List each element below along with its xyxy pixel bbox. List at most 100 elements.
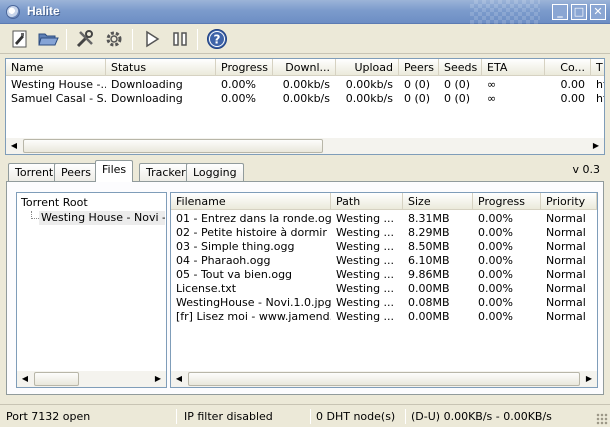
app-icon[interactable] <box>6 5 20 19</box>
tab-tracker[interactable]: Tracker <box>139 163 193 182</box>
tree-root[interactable]: Torrent Root <box>21 196 88 209</box>
file-name: [fr] Lisez moi - www.jamend... <box>176 310 331 323</box>
column-header-seeds[interactable]: Seeds <box>439 59 482 76</box>
file-path: Westing ... <box>336 282 395 295</box>
settings-button[interactable] <box>102 27 126 51</box>
file-list[interactable]: Filename Path Size Progress Priority 01 … <box>170 192 598 388</box>
resize-grip-icon[interactable] <box>596 413 608 425</box>
tab-peers[interactable]: Peers <box>54 163 99 182</box>
file-row[interactable]: 03 - Simple thing.ogg Westing ... 8.50MB 0.… <box>171 240 597 254</box>
file-row[interactable]: 01 - Entrez dans la ronde.ogg Westing ...… <box>171 212 597 226</box>
status-bar: Port 7132 open IP filter disabled 0 DHT … <box>0 404 610 427</box>
torrent-row[interactable]: Westing House -... Downloading 0.00% 0.0… <box>6 78 604 92</box>
file-name: WestingHouse - Novi.1.0.jpg <box>176 296 331 309</box>
file-progress: 0.00% <box>478 268 513 281</box>
tree-node[interactable]: Westing House - Novi -- Ja <box>39 211 165 225</box>
file-priority: Normal <box>546 282 586 295</box>
file-row[interactable]: License.txt Westing ... 0.00MB 0.00% Normal <box>171 282 597 296</box>
file-size: 8.29MB <box>408 226 450 239</box>
tools-icon <box>76 30 93 48</box>
file-size: 0.00MB <box>408 282 450 295</box>
status-transfer-rates: (D-U) 0.00KB/s - 0.00KB/s <box>411 410 552 423</box>
open-folder-button[interactable] <box>36 27 60 51</box>
title-bar[interactable]: Halite _ □ ✕ <box>0 0 610 24</box>
file-name: 01 - Entrez dans la ronde.ogg <box>176 212 331 225</box>
column-header-peers[interactable]: Peers <box>399 59 439 76</box>
file-path: Westing ... <box>336 296 395 309</box>
maximize-button[interactable]: □ <box>571 4 587 20</box>
help-button[interactable]: ? <box>205 27 229 51</box>
torrent-status: Downloading <box>111 92 183 105</box>
scroll-right-icon[interactable]: ▶ <box>150 371 166 387</box>
file-path: Westing ... <box>336 310 395 323</box>
file-size: 8.31MB <box>408 212 450 225</box>
pause-icon <box>173 32 187 46</box>
file-progress: 0.00% <box>478 254 513 267</box>
play-button[interactable] <box>140 27 164 51</box>
file-row[interactable]: 05 - Tout va bien.ogg Westing ... 9.86MB 0.… <box>171 268 597 282</box>
new-torrent-icon <box>12 30 27 48</box>
new-torrent-button[interactable] <box>8 27 32 51</box>
status-divider <box>405 409 406 424</box>
status-ipfilter: IP filter disabled <box>184 410 273 423</box>
toolbar: ? <box>0 25 610 54</box>
file-size: 9.86MB <box>408 268 450 281</box>
scroll-right-icon[interactable]: ▶ <box>588 138 604 154</box>
scroll-thumb[interactable] <box>23 139 323 153</box>
torrent-peers: 0 (0) <box>404 92 431 105</box>
column-header-progress[interactable]: Progress <box>216 59 273 76</box>
file-priority: Normal <box>546 296 586 309</box>
scroll-thumb[interactable] <box>188 372 580 386</box>
file-name: 04 - Pharaoh.ogg <box>176 254 271 267</box>
tab-logging[interactable]: Logging <box>186 163 244 182</box>
file-priority: Normal <box>546 254 586 267</box>
torrent-list[interactable]: Name Status Progress Downl... Upload Pee… <box>5 58 605 155</box>
tree-hscrollbar[interactable]: ◀ ▶ <box>17 371 166 387</box>
scroll-thumb[interactable] <box>34 372 79 386</box>
file-row[interactable]: 04 - Pharaoh.ogg Westing ... 6.10MB 0.00% No… <box>171 254 597 268</box>
torrent-upload-rate: 0.00kb/s <box>345 78 393 91</box>
tab-files[interactable]: Files <box>95 160 134 182</box>
file-row[interactable]: [fr] Lisez moi - www.jamend... Westing ..… <box>171 310 597 324</box>
torrent-row[interactable]: Samuel Casal - S... Downloading 0.00% 0.… <box>6 92 604 106</box>
close-button[interactable]: ✕ <box>590 4 606 20</box>
torrent-name: Samuel Casal - S... <box>11 92 106 105</box>
file-progress: 0.00% <box>478 212 513 225</box>
column-header-eta[interactable]: ETA <box>482 59 545 76</box>
column-header-copies[interactable]: Co... <box>545 59 591 76</box>
scroll-left-icon[interactable]: ◀ <box>6 138 22 154</box>
status-divider <box>310 409 311 424</box>
file-progress: 0.00% <box>478 282 513 295</box>
pause-button[interactable] <box>168 27 192 51</box>
window-title: Halite <box>27 4 60 18</box>
column-header-name[interactable]: Name <box>6 59 106 76</box>
column-header-upload[interactable]: Upload <box>336 59 399 76</box>
minimize-button[interactable]: _ <box>552 4 568 20</box>
column-header-download[interactable]: Downl... <box>273 59 336 76</box>
file-tree[interactable]: Torrent Root Westing House - Novi -- Ja … <box>16 192 167 388</box>
file-row[interactable]: 02 - Petite histoire à dormir d... Westin… <box>171 226 597 240</box>
torrent-list-hscrollbar[interactable]: ◀ ▶ <box>6 138 604 154</box>
title-pattern <box>470 0 540 24</box>
column-header-progress[interactable]: Progress <box>473 193 541 210</box>
file-name: 03 - Simple thing.ogg <box>176 240 295 253</box>
torrent-peers: 0 (0) <box>404 78 431 91</box>
column-header-status[interactable]: Status <box>106 59 216 76</box>
column-header-tracker[interactable]: T <box>591 59 604 76</box>
file-list-hscrollbar[interactable]: ◀ ▶ <box>171 371 597 387</box>
column-header-path[interactable]: Path <box>331 193 403 210</box>
tools-button[interactable] <box>73 27 97 51</box>
file-row[interactable]: WestingHouse - Novi.1.0.jpg Westing ... 0.… <box>171 296 597 310</box>
file-progress: 0.00% <box>478 310 513 323</box>
torrent-upload-rate: 0.00kb/s <box>345 92 393 105</box>
column-header-filename[interactable]: Filename <box>171 193 331 210</box>
scroll-left-icon[interactable]: ◀ <box>17 371 33 387</box>
file-priority: Normal <box>546 310 586 323</box>
file-path: Westing ... <box>336 212 395 225</box>
tab-torrent[interactable]: Torrent <box>8 163 61 182</box>
scroll-right-icon[interactable]: ▶ <box>581 371 597 387</box>
file-priority: Normal <box>546 226 586 239</box>
scroll-left-icon[interactable]: ◀ <box>171 371 187 387</box>
column-header-size[interactable]: Size <box>403 193 473 210</box>
column-header-priority[interactable]: Priority <box>541 193 597 210</box>
